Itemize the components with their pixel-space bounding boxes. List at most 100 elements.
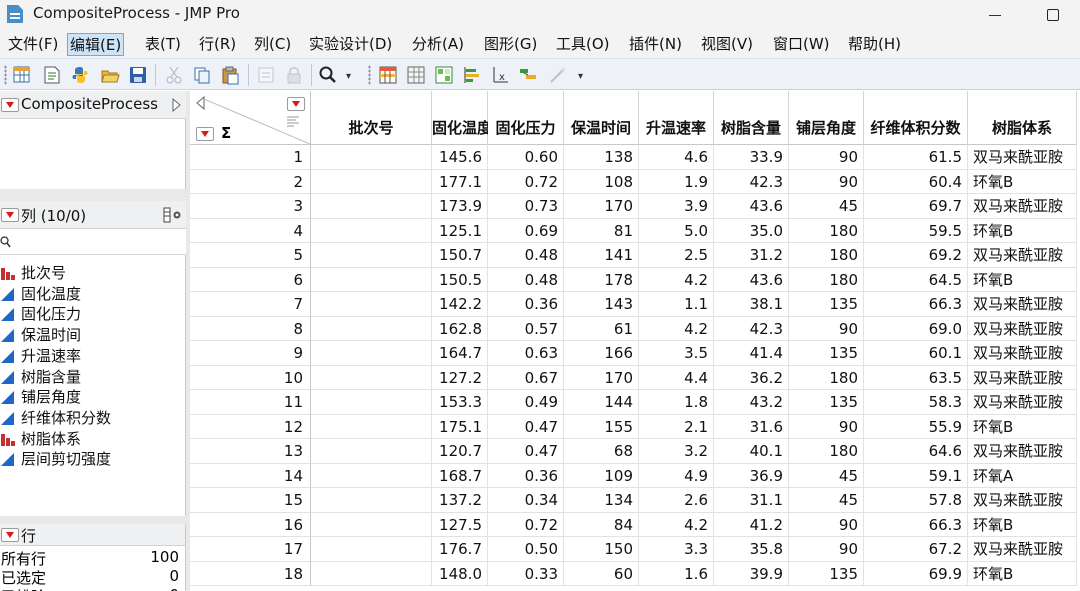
- table-cell[interactable]: 63.5: [864, 365, 968, 390]
- wand-icon[interactable]: [548, 65, 568, 85]
- lock-icon[interactable]: [284, 65, 304, 85]
- table-cell[interactable]: 141: [564, 243, 639, 268]
- table-cell[interactable]: 3.3: [639, 537, 714, 562]
- table-cell[interactable]: 双马来酰亚胺: [968, 390, 1077, 415]
- table-cell[interactable]: 环氧B: [968, 512, 1077, 537]
- column-list-item[interactable]: 树脂含量: [0, 367, 186, 387]
- table-cell[interactable]: [311, 218, 432, 243]
- table-cell[interactable]: 45: [789, 488, 864, 513]
- menu-addins[interactable]: 插件(N): [627, 33, 684, 56]
- table-cell[interactable]: 38.1: [714, 292, 789, 317]
- table-cell[interactable]: 43.2: [714, 390, 789, 415]
- table-cell[interactable]: 0.50: [488, 537, 564, 562]
- table-cell[interactable]: [311, 365, 432, 390]
- table-cell[interactable]: 166: [564, 341, 639, 366]
- table-cell[interactable]: 2.5: [639, 243, 714, 268]
- open-file-icon[interactable]: [100, 65, 120, 85]
- table-cell[interactable]: 0.67: [488, 365, 564, 390]
- table-cell[interactable]: 176.7: [432, 537, 488, 562]
- table-cell[interactable]: 61.5: [864, 145, 968, 170]
- copy-icon[interactable]: [192, 65, 212, 85]
- menu-table[interactable]: 表(T): [143, 33, 183, 56]
- table-cell[interactable]: 69.2: [864, 243, 968, 268]
- table-cell[interactable]: 0.48: [488, 267, 564, 292]
- table-cell[interactable]: 64.6: [864, 439, 968, 464]
- table-cell[interactable]: 170: [564, 365, 639, 390]
- table-cell[interactable]: 135: [789, 341, 864, 366]
- table-cell[interactable]: 90: [789, 316, 864, 341]
- row-number[interactable]: 13: [190, 439, 311, 464]
- menu-file[interactable]: 文件(F): [6, 33, 60, 56]
- row-number[interactable]: 11: [190, 390, 311, 415]
- table-cell[interactable]: 41.4: [714, 341, 789, 366]
- table-cell[interactable]: 5.0: [639, 218, 714, 243]
- table-cell[interactable]: 173.9: [432, 194, 488, 219]
- table-cell[interactable]: 环氧A: [968, 463, 1077, 488]
- menu-edit[interactable]: 编辑(E): [67, 33, 125, 56]
- column-list-item[interactable]: 纤维体积分数: [0, 408, 186, 428]
- menu-graph[interactable]: 图形(G): [482, 33, 539, 56]
- table-cell[interactable]: [311, 488, 432, 513]
- row-number[interactable]: 12: [190, 414, 311, 439]
- row-number[interactable]: 2: [190, 169, 311, 194]
- column-list-item[interactable]: 固化压力: [0, 304, 186, 324]
- table-cell[interactable]: 58.3: [864, 390, 968, 415]
- table-cell[interactable]: 168.7: [432, 463, 488, 488]
- table-cell[interactable]: 135: [789, 292, 864, 317]
- bar-chart-icon[interactable]: [462, 65, 482, 85]
- table-cell[interactable]: 180: [789, 439, 864, 464]
- table-cell[interactable]: 155: [564, 414, 639, 439]
- table-cell[interactable]: 环氧B: [968, 169, 1077, 194]
- rows-red-triangle-icon[interactable]: [1, 528, 19, 542]
- table-cell[interactable]: 0.72: [488, 512, 564, 537]
- table-cell[interactable]: 1.6: [639, 561, 714, 586]
- column-header[interactable]: 树脂含量: [714, 91, 789, 145]
- table-cell[interactable]: 42.3: [714, 316, 789, 341]
- new-script-icon[interactable]: [42, 65, 62, 85]
- menu-view[interactable]: 视图(V): [699, 33, 755, 56]
- column-list-item[interactable]: 层间剪切强度: [0, 449, 186, 469]
- table-cell[interactable]: 145.6: [432, 145, 488, 170]
- column-list-item[interactable]: 保温时间: [0, 325, 186, 345]
- table-cell[interactable]: 0.69: [488, 218, 564, 243]
- table-cell[interactable]: [311, 169, 432, 194]
- table-cell[interactable]: 143: [564, 292, 639, 317]
- maximize-button[interactable]: [1030, 0, 1076, 30]
- table-cell[interactable]: 40.1: [714, 439, 789, 464]
- table-cell[interactable]: 138: [564, 145, 639, 170]
- row-number[interactable]: 17: [190, 537, 311, 562]
- toolbar-grip[interactable]: [4, 65, 7, 85]
- table-cell[interactable]: 0.49: [488, 390, 564, 415]
- table-cell[interactable]: [311, 341, 432, 366]
- python-icon[interactable]: [70, 65, 90, 85]
- table-cell[interactable]: 175.1: [432, 414, 488, 439]
- table-cell[interactable]: 68: [564, 439, 639, 464]
- column-header[interactable]: 固化压力: [488, 91, 564, 145]
- search-icon[interactable]: [318, 65, 338, 85]
- table-cell[interactable]: 4.4: [639, 365, 714, 390]
- row-number[interactable]: 18: [190, 561, 311, 586]
- table-cell[interactable]: 66.3: [864, 292, 968, 317]
- table-cell[interactable]: 0.36: [488, 463, 564, 488]
- table-cell[interactable]: 148.0: [432, 561, 488, 586]
- table-cell[interactable]: 69.0: [864, 316, 968, 341]
- table-cell[interactable]: 4.2: [639, 512, 714, 537]
- table-cell[interactable]: 61: [564, 316, 639, 341]
- data-table-icon[interactable]: [378, 65, 398, 85]
- toolbar-grip[interactable]: [368, 65, 371, 85]
- table-cell[interactable]: 55.9: [864, 414, 968, 439]
- column-header[interactable]: 树脂体系: [968, 91, 1077, 145]
- table-cell[interactable]: 环氧B: [968, 414, 1077, 439]
- table-cell[interactable]: 环氧B: [968, 218, 1077, 243]
- row-number[interactable]: 14: [190, 463, 311, 488]
- table-cell[interactable]: 0.34: [488, 488, 564, 513]
- row-number[interactable]: 3: [190, 194, 311, 219]
- table-cell[interactable]: 135: [789, 390, 864, 415]
- table-cell[interactable]: 90: [789, 145, 864, 170]
- table-cell[interactable]: 108: [564, 169, 639, 194]
- menu-rows[interactable]: 行(R): [197, 33, 238, 56]
- minimize-button[interactable]: [972, 0, 1018, 30]
- table-cell[interactable]: 1.8: [639, 390, 714, 415]
- table-cell[interactable]: 150: [564, 537, 639, 562]
- table-cell[interactable]: 双马来酰亚胺: [968, 145, 1077, 170]
